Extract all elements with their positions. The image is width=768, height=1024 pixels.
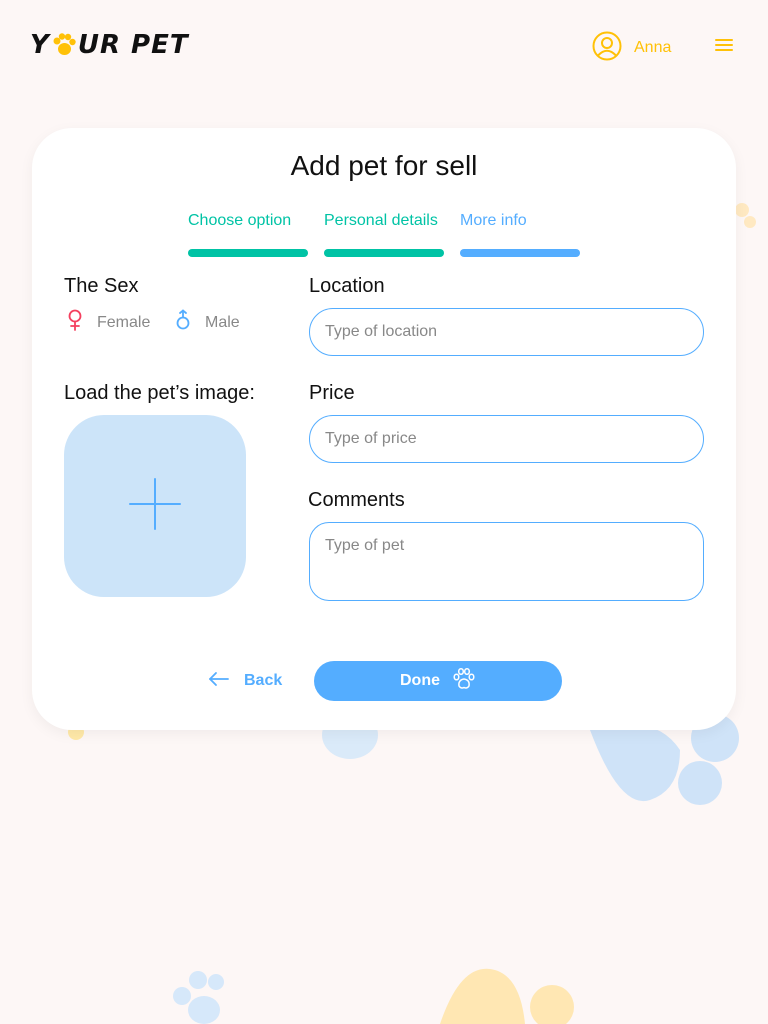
user-name: Anna [634, 39, 672, 56]
step-more-info[interactable]: More info [460, 212, 580, 257]
step-label: More info [460, 212, 527, 229]
back-button[interactable]: Back [208, 661, 308, 701]
comments-label: Comments [308, 489, 405, 511]
back-button-label: Back [244, 672, 283, 689]
male-icon [175, 309, 191, 336]
step-personal-details[interactable]: Personal details [324, 212, 444, 257]
price-label: Price [309, 382, 355, 404]
step-label: Personal details [324, 212, 438, 229]
background-paw-decoration [440, 968, 574, 1024]
female-icon [67, 309, 83, 336]
image-upload-label: Load the pet’s image: [64, 382, 255, 404]
paw-icon [51, 32, 77, 58]
step-progress-bar [460, 249, 580, 257]
sex-label: The Sex [64, 275, 139, 297]
done-button[interactable]: Done [314, 661, 562, 701]
logo[interactable]: Y UR PET [30, 30, 189, 60]
price-input[interactable] [309, 415, 704, 463]
arrow-left-icon [208, 671, 230, 692]
step-label: Choose option [188, 212, 292, 229]
user-profile[interactable]: Anna [592, 31, 671, 65]
header: Y UR PET Anna [0, 0, 768, 92]
add-pet-form-card: Add pet for sell Choose option Personal … [32, 128, 736, 730]
sex-option-male[interactable]: Male [175, 309, 240, 336]
paw-icon [452, 667, 476, 696]
done-button-label: Done [400, 672, 440, 689]
female-label: Female [97, 313, 151, 331]
step-progress-bar [188, 249, 308, 257]
logo-text-end: UR PET [77, 30, 189, 60]
comments-input[interactable] [309, 522, 704, 601]
step-choose-option[interactable]: Choose option [188, 212, 308, 257]
logo-text-start: Y [30, 30, 50, 60]
location-label: Location [309, 275, 385, 297]
stepper: Choose option Personal details More info [188, 212, 580, 258]
image-upload-button[interactable] [64, 415, 246, 597]
user-circle-icon [592, 31, 622, 65]
page-title: Add pet for sell [290, 150, 478, 181]
burger-menu-icon[interactable] [714, 37, 734, 53]
sex-option-female[interactable]: Female [67, 309, 150, 336]
background-paw-decoration [173, 971, 224, 1024]
male-label: Male [205, 313, 240, 331]
plus-icon [129, 478, 181, 534]
location-input[interactable] [309, 308, 704, 356]
step-progress-bar [324, 249, 444, 257]
